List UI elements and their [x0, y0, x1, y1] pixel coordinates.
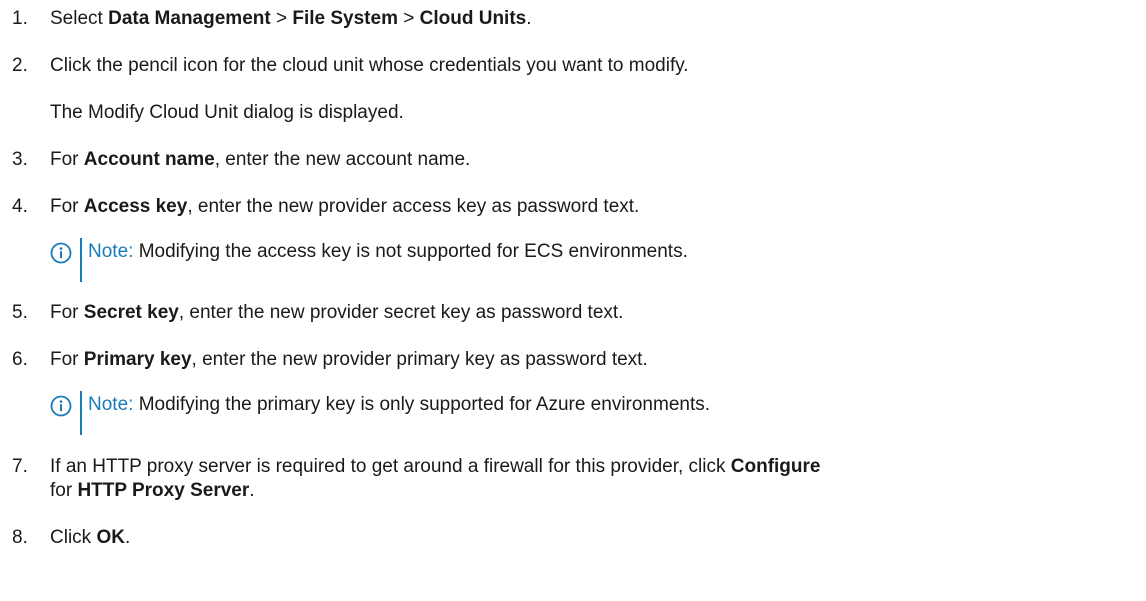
step-1: 1. Select Data Management > File System >…	[12, 7, 1134, 31]
step-number: 8.	[12, 527, 28, 548]
step-text-end: , enter the new provider secret key as p…	[178, 302, 624, 323]
note-text: Modifying the access key is not supporte…	[133, 241, 688, 262]
info-circle-icon	[50, 242, 72, 264]
step-2-result: The Modify Cloud Unit dialog is displaye…	[50, 102, 404, 123]
field-name-account-name: Account name	[83, 149, 215, 170]
step-number: 4.	[12, 196, 28, 217]
note-text: Modifying the primary key is only suppor…	[133, 394, 711, 415]
step-2: 2. Click the pencil icon for the cloud un…	[12, 54, 1134, 78]
step-4: 4. For Access key, enter the new provider…	[12, 195, 1134, 219]
step-number: 6.	[12, 349, 28, 370]
step-text: Click the pencil icon for the cloud unit…	[50, 55, 689, 76]
step-text-end: .	[526, 8, 532, 29]
step-text-end: , enter the new provider access key as p…	[187, 196, 640, 217]
menu-path-data-management: Data Management	[108, 8, 271, 29]
step-text-end: , enter the new account name.	[214, 149, 471, 170]
step-text: for	[50, 480, 78, 501]
setting-name-http-proxy-server: HTTP Proxy Server	[77, 480, 250, 501]
note-access-key: Note: Modifying the access key is not su…	[50, 238, 688, 282]
note-content: Note: Modifying the access key is not su…	[88, 238, 688, 264]
field-name-primary-key: Primary key	[83, 349, 192, 370]
step-text: Select	[50, 8, 109, 29]
step-number: 3.	[12, 149, 28, 170]
step-text: For	[50, 149, 84, 170]
step-text-end: , enter the new provider primary key as …	[191, 349, 648, 370]
step-6: 6. For Primary key, enter the new provide…	[12, 348, 1134, 372]
field-name-access-key: Access key	[83, 196, 188, 217]
note-divider	[80, 238, 82, 282]
step-text: Click	[50, 527, 97, 548]
button-name-ok: OK	[96, 527, 125, 548]
note-label: Note:	[88, 394, 134, 415]
note-content: Note: Modifying the primary key is only …	[88, 391, 710, 417]
button-name-configure: Configure	[730, 456, 821, 477]
procedure-document: 1. Select Data Management > File System >…	[0, 0, 1146, 601]
step-text: For	[50, 349, 84, 370]
step-7-continued: for HTTP Proxy Server.	[50, 479, 1134, 503]
step-text: If an HTTP proxy server is required to g…	[50, 456, 731, 477]
info-circle-icon	[50, 395, 72, 417]
note-divider	[80, 391, 82, 435]
step-number: 2.	[12, 55, 28, 76]
step-text: For	[50, 302, 84, 323]
path-separator: >	[397, 8, 420, 29]
menu-path-cloud-units: Cloud Units	[419, 8, 527, 29]
step-8: 8. Click OK.	[12, 526, 1134, 550]
step-number: 5.	[12, 302, 28, 323]
menu-path-file-system: File System	[292, 8, 398, 29]
step-text-end: .	[124, 527, 131, 548]
step-5: 5. For Secret key, enter the new provider…	[12, 301, 1134, 325]
note-label: Note:	[88, 241, 134, 262]
step-7: 7. If an HTTP proxy server is required to…	[12, 455, 1134, 479]
step-3: 3. For Account name, enter the new accoun…	[12, 148, 1134, 172]
step-text: For	[50, 196, 84, 217]
step-number: 1.	[12, 8, 28, 29]
step-text-end: .	[249, 480, 255, 501]
field-name-secret-key: Secret key	[83, 302, 179, 323]
note-primary-key: Note: Modifying the primary key is only …	[50, 391, 710, 435]
path-separator: >	[270, 8, 293, 29]
step-number: 7.	[12, 456, 28, 477]
